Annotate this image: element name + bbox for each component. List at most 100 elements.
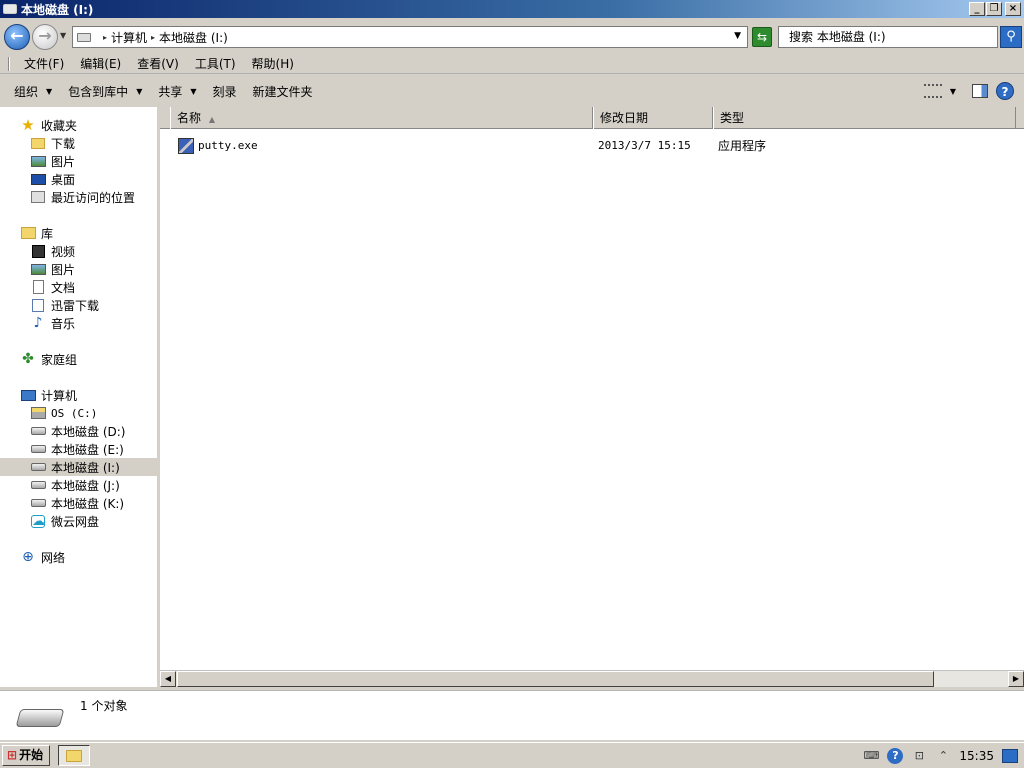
chevron-down-icon: ▼ xyxy=(190,86,197,96)
breadcrumb-computer[interactable]: 计算机 xyxy=(111,29,147,46)
command-bar: 组织 ▼ 包含到库中 ▼ 共享 ▼ 刻录 新建文件夹 ▼ ? xyxy=(0,76,1024,106)
help-icon[interactable]: ? xyxy=(996,82,1014,100)
nav-computer[interactable]: 计算机 xyxy=(20,386,176,404)
download-library-icon xyxy=(32,298,44,312)
homegroup-icon: ✤ xyxy=(22,351,34,367)
column-name[interactable]: 名称 ▲ xyxy=(170,107,593,129)
search-button[interactable]: ⚲ xyxy=(1000,26,1022,48)
column-header-row: 名称 ▲ 修改日期 类型 xyxy=(160,107,1024,129)
recent-pages-dropdown[interactable]: ▼ xyxy=(60,31,66,40)
search-input[interactable]: 搜索 本地磁盘 (I:) xyxy=(778,26,998,48)
menu-help[interactable]: 帮助(H) xyxy=(244,55,302,72)
folder-icon xyxy=(66,749,82,762)
sort-ascending-icon: ▲ xyxy=(208,115,215,124)
system-tray: ⌨ ? ⊡ ⌃ 15:35 xyxy=(859,745,1022,766)
help-icon[interactable]: ? xyxy=(887,747,904,764)
window-controls: _ ❐ × xyxy=(969,2,1021,16)
menu-bar: 文件(F) 编辑(E) 查看(V) 工具(T) 帮助(H) xyxy=(0,54,1024,74)
scroll-thumb[interactable] xyxy=(177,671,934,687)
address-field[interactable]: ▸ 计算机 ▸ 本地磁盘 (I:) ▼ xyxy=(72,26,748,48)
pictures-icon xyxy=(30,155,46,167)
nav-drive-i[interactable]: 本地磁盘 (I:) xyxy=(0,458,157,476)
navigation-pane: ★ 收藏夹 下载 图片 桌面 最近访问的位置 库 视频 图片 文档 迅雷下载 ♪… xyxy=(0,107,160,687)
restore-button[interactable]: ❐ xyxy=(986,2,1002,16)
desktop-icon xyxy=(30,173,46,185)
nav-favorites[interactable]: ★ 收藏夹 xyxy=(20,116,176,134)
preview-pane-icon[interactable] xyxy=(972,84,988,98)
view-options-icon[interactable] xyxy=(923,84,942,98)
nav-network[interactable]: ⊕ 网络 xyxy=(20,548,176,566)
scroll-right-button[interactable]: ▶ xyxy=(1008,671,1024,687)
video-icon xyxy=(31,244,45,258)
nav-label: 下载 xyxy=(51,136,76,151)
forward-button[interactable]: → xyxy=(32,24,58,50)
share-label: 共享 xyxy=(158,84,183,99)
burn-button[interactable]: 刻录 xyxy=(205,83,245,100)
nav-label: 最近访问的位置 xyxy=(51,190,136,205)
nav-label: 本地磁盘 (E:) xyxy=(51,442,124,457)
drive-icon xyxy=(30,481,46,489)
column-modified[interactable]: 修改日期 xyxy=(593,107,713,129)
nav-label: 本地磁盘 (D:) xyxy=(51,424,126,439)
organize-button[interactable]: 组织 ▼ xyxy=(6,83,60,100)
nav-label: 视频 xyxy=(51,244,76,259)
drive-icon xyxy=(15,709,65,727)
nav-label: 桌面 xyxy=(51,172,76,187)
network-tray-icon[interactable]: ⊡ xyxy=(911,749,927,763)
nav-label: OS (C:) xyxy=(51,406,98,420)
chevron-right-icon[interactable]: ▸ xyxy=(103,33,107,42)
chevron-down-icon[interactable]: ▼ xyxy=(950,87,956,96)
menu-tools[interactable]: 工具(T) xyxy=(187,55,244,72)
nav-label: 迅雷下载 xyxy=(51,298,100,313)
show-desktop-icon[interactable] xyxy=(1002,748,1018,763)
nav-libraries[interactable]: 库 xyxy=(20,224,176,242)
horizontal-scrollbar[interactable]: ◀ ▶ xyxy=(160,670,1024,687)
toolbar-grip[interactable] xyxy=(8,56,10,71)
chevron-down-icon: ▼ xyxy=(46,86,53,96)
taskbar-explorer-button[interactable] xyxy=(58,745,90,766)
drive-icon xyxy=(3,4,17,14)
chevron-up-icon[interactable]: ⌃ xyxy=(935,749,951,763)
minimize-button[interactable]: _ xyxy=(969,2,985,16)
start-button[interactable]: ⊞ 开始 xyxy=(2,745,50,766)
chevron-right-icon[interactable]: ▸ xyxy=(151,33,155,42)
file-row-putty[interactable]: putty.exe 2013/3/7 15:15 应用程序 xyxy=(160,137,1024,155)
application-icon xyxy=(178,138,194,154)
refresh-button[interactable]: ⇆ xyxy=(752,27,772,47)
organize-label: 组织 xyxy=(14,84,39,99)
nav-label: 文档 xyxy=(51,280,76,295)
back-button[interactable]: ← xyxy=(4,24,30,50)
drive-icon xyxy=(30,445,46,453)
nav-label: 本地磁盘 (J:) xyxy=(51,478,120,493)
include-in-library-button[interactable]: 包含到库中 ▼ xyxy=(60,83,150,100)
nav-label: 库 xyxy=(41,226,54,241)
drive-icon xyxy=(30,499,46,507)
chevron-down-icon[interactable]: ▼ xyxy=(734,31,741,41)
menu-view[interactable]: 查看(V) xyxy=(129,55,187,72)
clock[interactable]: 15:35 xyxy=(959,749,994,763)
column-type[interactable]: 类型 xyxy=(713,107,1016,129)
title-bar: 本地磁盘 (I:) _ ❐ × xyxy=(0,0,1024,18)
document-icon xyxy=(32,280,44,294)
taskbar: ⊞ 开始 ⌨ ? ⊡ ⌃ 15:35 xyxy=(0,742,1024,768)
cloud-drive-icon: ☁ xyxy=(31,513,45,529)
nav-label: 图片 xyxy=(51,262,76,277)
nav-label: 收藏夹 xyxy=(41,118,78,133)
windows-logo-icon: ⊞ xyxy=(7,748,18,762)
library-icon xyxy=(20,227,36,239)
nav-label: 微云网盘 xyxy=(51,514,100,529)
new-folder-button[interactable]: 新建文件夹 xyxy=(245,83,321,100)
breadcrumb-current-drive[interactable]: 本地磁盘 (I:) xyxy=(159,29,228,46)
nav-label: 本地磁盘 (K:) xyxy=(51,496,125,511)
drive-icon xyxy=(30,463,46,471)
file-list: 名称 ▲ 修改日期 类型 putty.exe 2013/3/7 15:15 应用… xyxy=(160,107,1024,687)
star-icon: ★ xyxy=(21,116,35,134)
share-button[interactable]: 共享 ▼ xyxy=(150,83,204,100)
nav-homegroup[interactable]: ✤ 家庭组 xyxy=(20,350,176,368)
close-button[interactable]: × xyxy=(1005,2,1021,16)
menu-file[interactable]: 文件(F) xyxy=(16,55,72,72)
keyboard-icon[interactable]: ⌨ xyxy=(863,749,879,763)
scroll-left-button[interactable]: ◀ xyxy=(160,671,176,687)
menu-edit[interactable]: 编辑(E) xyxy=(72,55,129,72)
drive-icon xyxy=(77,32,91,42)
